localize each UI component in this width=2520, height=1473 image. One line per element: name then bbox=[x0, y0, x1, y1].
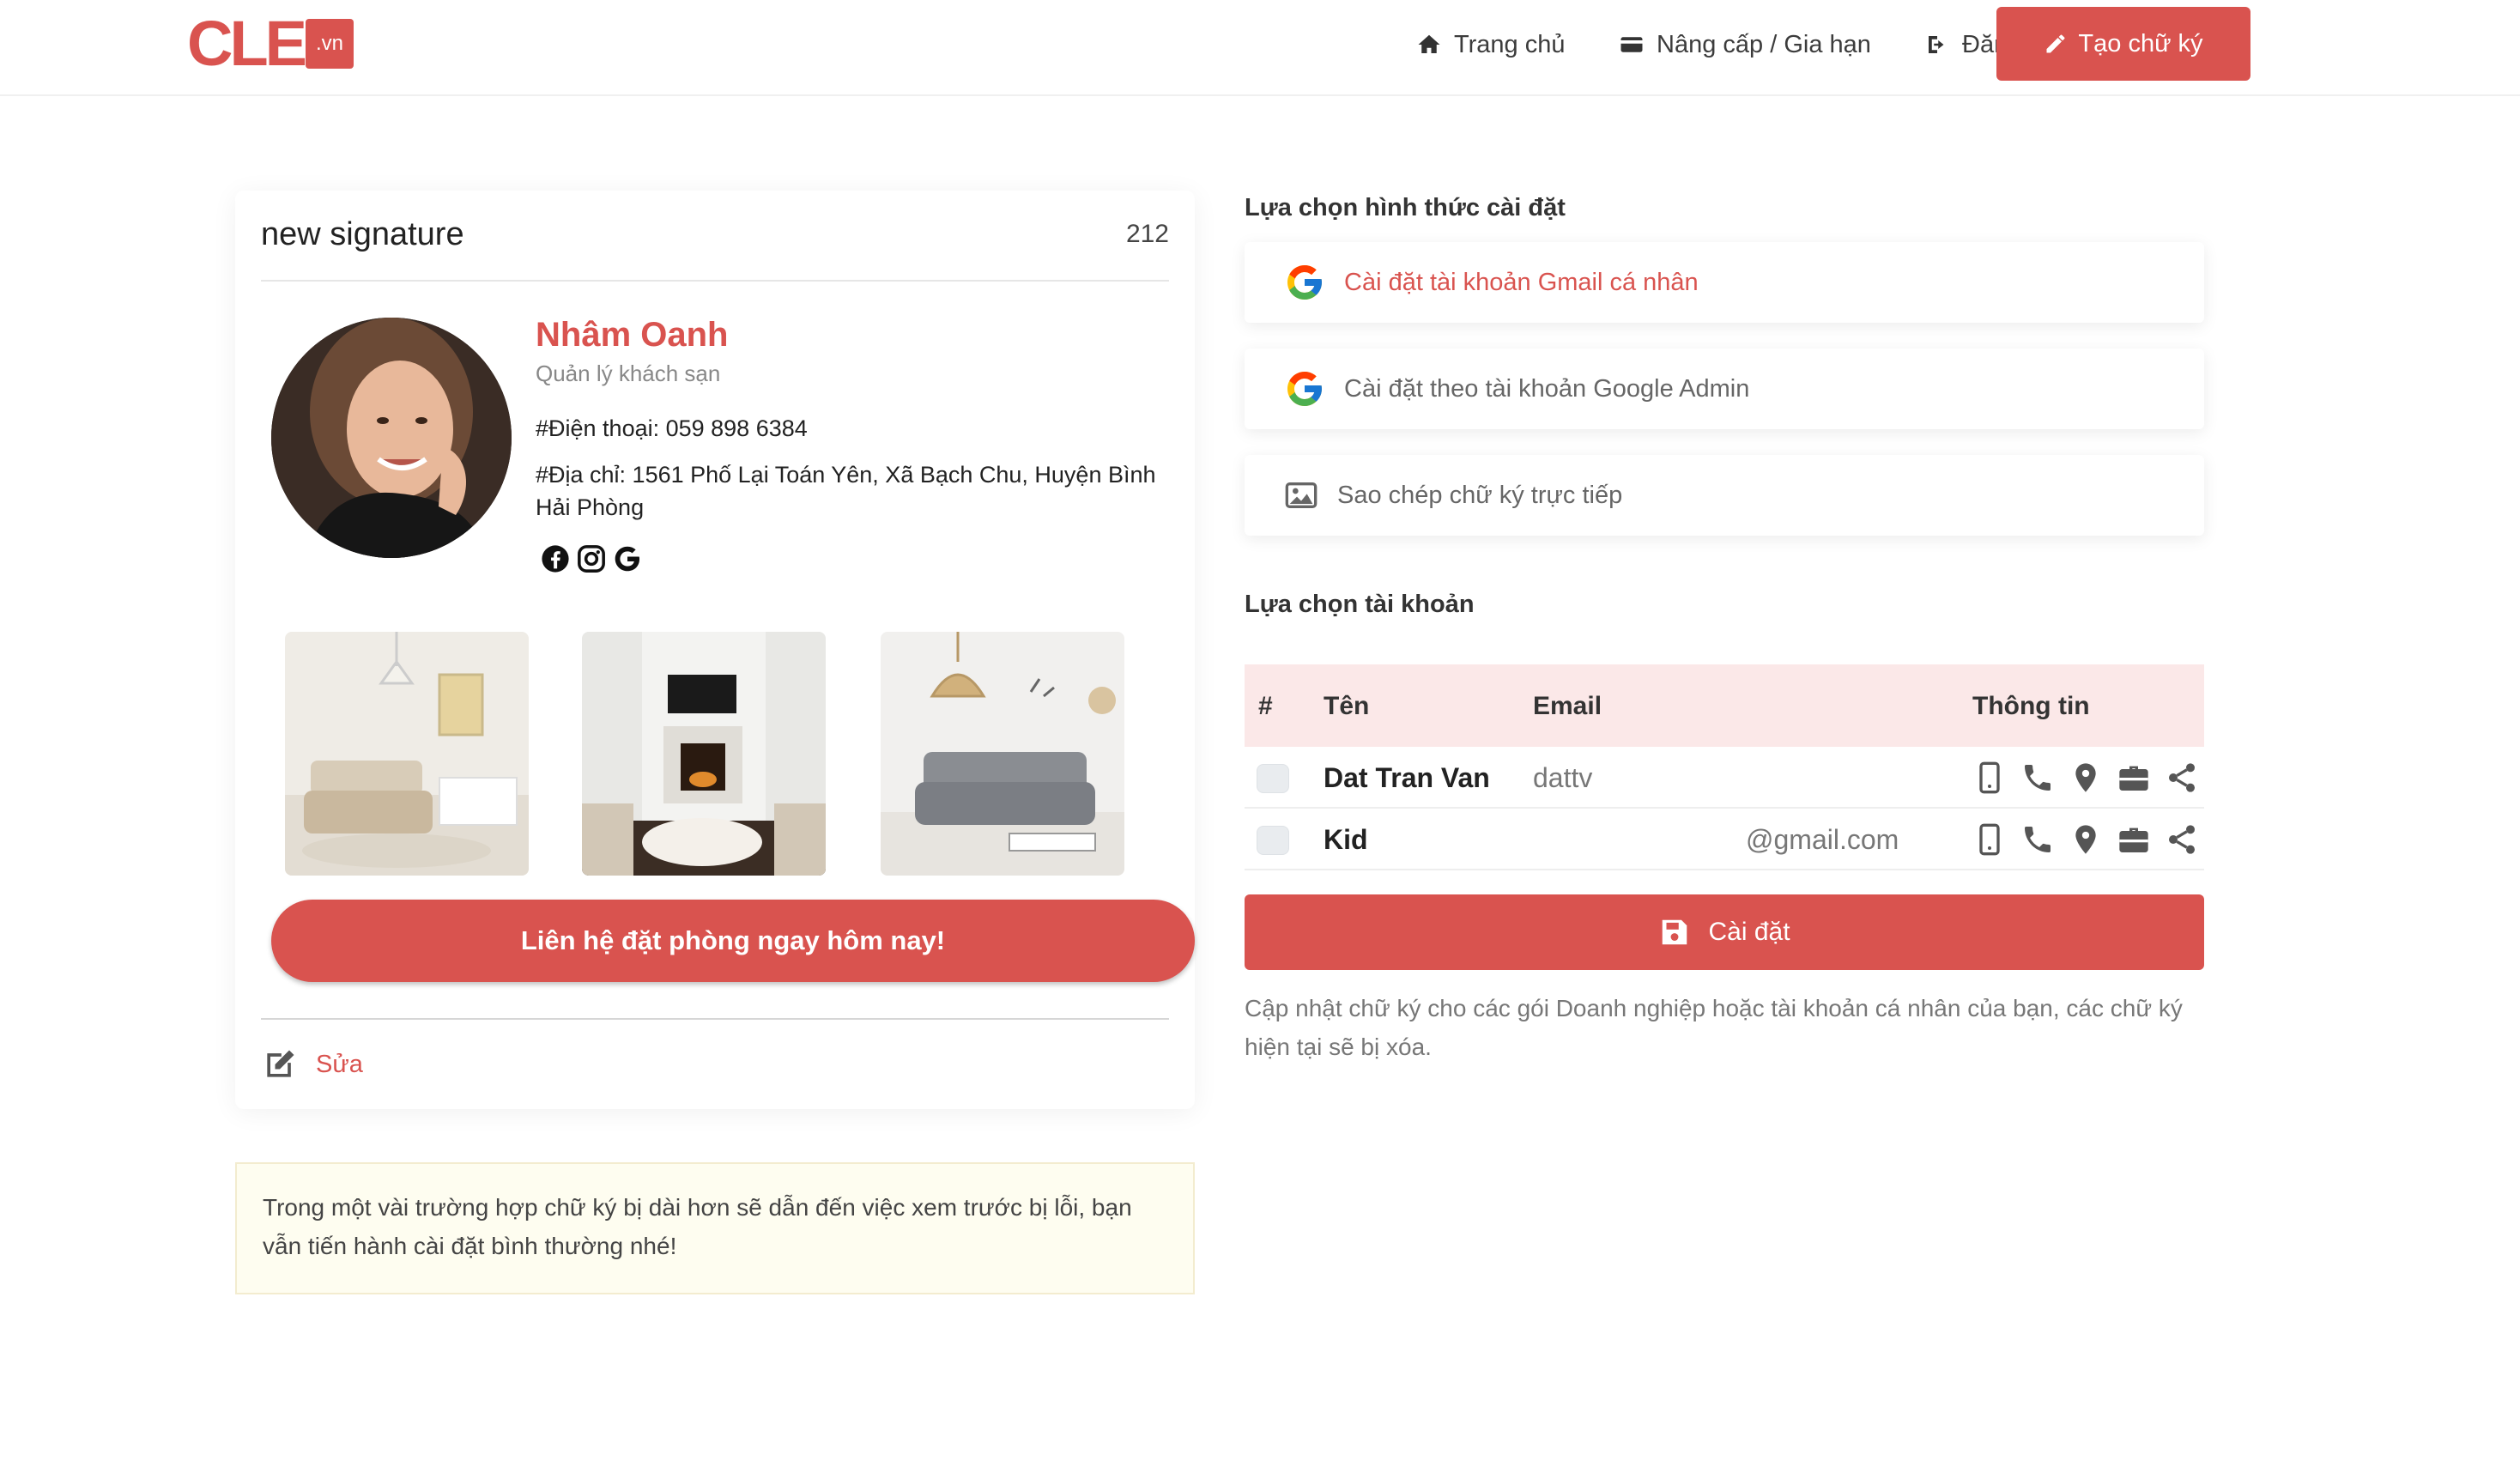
image-icon bbox=[1285, 482, 1318, 508]
column-index: # bbox=[1258, 692, 1273, 720]
room-photo bbox=[285, 632, 529, 876]
social-icons bbox=[541, 544, 642, 573]
cta-label: Liên hệ đặt phòng ngay hôm nay! bbox=[520, 925, 946, 955]
logo-badge: .vn bbox=[306, 19, 354, 69]
column-name: Tên bbox=[1324, 692, 1370, 720]
phone-icon[interactable] bbox=[2020, 822, 2055, 857]
account-email: @gmail.com bbox=[1746, 824, 1899, 855]
edit-button[interactable]: Sửa bbox=[261, 1046, 363, 1083]
facebook-icon[interactable] bbox=[541, 544, 570, 573]
signature-name: Nhâm Oanh bbox=[536, 316, 729, 354]
account-name: Kid bbox=[1324, 824, 1368, 855]
briefcase-icon[interactable] bbox=[2117, 822, 2151, 857]
preview-notice: Trong một vài trường hợp chữ ký bị dài h… bbox=[235, 1162, 1195, 1294]
divider bbox=[261, 1018, 1169, 1020]
top-navbar: CLE .vn Trang chủ Nâng cấp / Gia hạn Đăn… bbox=[0, 0, 2520, 96]
sign-out-icon bbox=[1929, 36, 1944, 53]
home-icon bbox=[1418, 34, 1440, 53]
briefcase-icon[interactable] bbox=[2117, 761, 2151, 795]
install-button-label: Cài đặt bbox=[1708, 918, 1790, 946]
edit-label: Sửa bbox=[316, 1050, 363, 1078]
accounts-table-header: # Tên Email Thông tin bbox=[1245, 664, 2204, 747]
signature-address: #Địa chỉ: 1561 Phố Lại Toán Yên, Xã Bạch… bbox=[536, 462, 1156, 520]
room-photo bbox=[582, 632, 826, 876]
account-email: dattv bbox=[1533, 762, 1593, 793]
pencil-icon bbox=[2046, 34, 2065, 53]
option-google-admin[interactable]: Cài đặt theo tài khoản Google Admin bbox=[1245, 349, 2204, 429]
map-pin-icon[interactable] bbox=[2069, 822, 2103, 857]
google-icon[interactable] bbox=[613, 544, 642, 573]
share-icon[interactable] bbox=[2165, 761, 2199, 795]
nav-home[interactable]: Trang chủ bbox=[1416, 27, 1566, 62]
nav-upgrade[interactable]: Nâng cấp / Gia hạn bbox=[1619, 27, 1871, 62]
map-pin-icon[interactable] bbox=[2069, 761, 2103, 795]
logo-text: CLE bbox=[187, 8, 307, 79]
save-icon bbox=[1663, 919, 1687, 945]
logo[interactable]: CLE .vn bbox=[187, 8, 354, 79]
row-checkbox[interactable] bbox=[1257, 826, 1289, 855]
google-icon bbox=[1287, 372, 1322, 406]
signature-role: Quản lý khách sạn bbox=[536, 361, 721, 386]
signature-title: new signature bbox=[261, 216, 464, 252]
mobile-icon[interactable] bbox=[1972, 761, 2007, 795]
info-icons bbox=[1972, 761, 2199, 795]
instagram-icon[interactable] bbox=[577, 544, 606, 573]
column-email: Email bbox=[1533, 692, 1602, 720]
create-signature-button[interactable]: Tạo chữ ký bbox=[1996, 7, 2250, 81]
room-photo bbox=[881, 632, 1124, 876]
nav-upgrade-label: Nâng cấp / Gia hạn bbox=[1657, 30, 1871, 58]
install-description: Cập nhật chữ ký cho các gói Doanh nghiệp… bbox=[1245, 995, 2183, 1060]
divider bbox=[261, 280, 1169, 282]
credit-card-icon bbox=[1620, 37, 1643, 52]
table-row[interactable]: Dat Tran Van dattv bbox=[1245, 747, 2204, 809]
row-checkbox[interactable] bbox=[1257, 764, 1289, 793]
create-signature-label: Tạo chữ ký bbox=[2078, 29, 2203, 58]
google-icon bbox=[1287, 265, 1322, 300]
option-label: Cài đặt tài khoản Gmail cá nhân bbox=[1344, 268, 1699, 296]
option-label: Sao chép chữ ký trực tiếp bbox=[1337, 481, 1623, 509]
share-icon[interactable] bbox=[2165, 822, 2199, 857]
nav-home-label: Trang chủ bbox=[1454, 30, 1566, 58]
mobile-icon[interactable] bbox=[1972, 822, 2007, 857]
signature-card: new signature 212 Nhâm Oanh Quản lý khác… bbox=[235, 191, 1195, 1109]
table-row[interactable]: Kid @gmail.com bbox=[1245, 809, 2204, 870]
signature-count: 212 bbox=[1125, 220, 1169, 248]
cta-button[interactable]: Liên hệ đặt phòng ngay hôm nay! bbox=[271, 900, 1195, 982]
option-copy-direct[interactable]: Sao chép chữ ký trực tiếp bbox=[1245, 455, 2204, 536]
phone-icon[interactable] bbox=[2020, 761, 2055, 795]
column-info: Thông tin bbox=[1972, 692, 2090, 720]
option-label: Cài đặt theo tài khoản Google Admin bbox=[1344, 374, 1750, 403]
edit-icon bbox=[267, 1050, 294, 1077]
account-name: Dat Tran Van bbox=[1324, 762, 1490, 793]
install-method-title: Lựa chọn hình thức cài đặt bbox=[1245, 194, 1566, 221]
option-gmail-personal[interactable]: Cài đặt tài khoản Gmail cá nhân bbox=[1245, 242, 2204, 323]
signature-phone: #Điện thoại: 059 898 6384 bbox=[536, 415, 808, 441]
account-select-title: Lựa chọn tài khoản bbox=[1245, 591, 1475, 618]
avatar bbox=[271, 318, 512, 558]
info-icons bbox=[1972, 822, 2199, 857]
install-button[interactable]: Cài đặt bbox=[1245, 894, 2204, 970]
